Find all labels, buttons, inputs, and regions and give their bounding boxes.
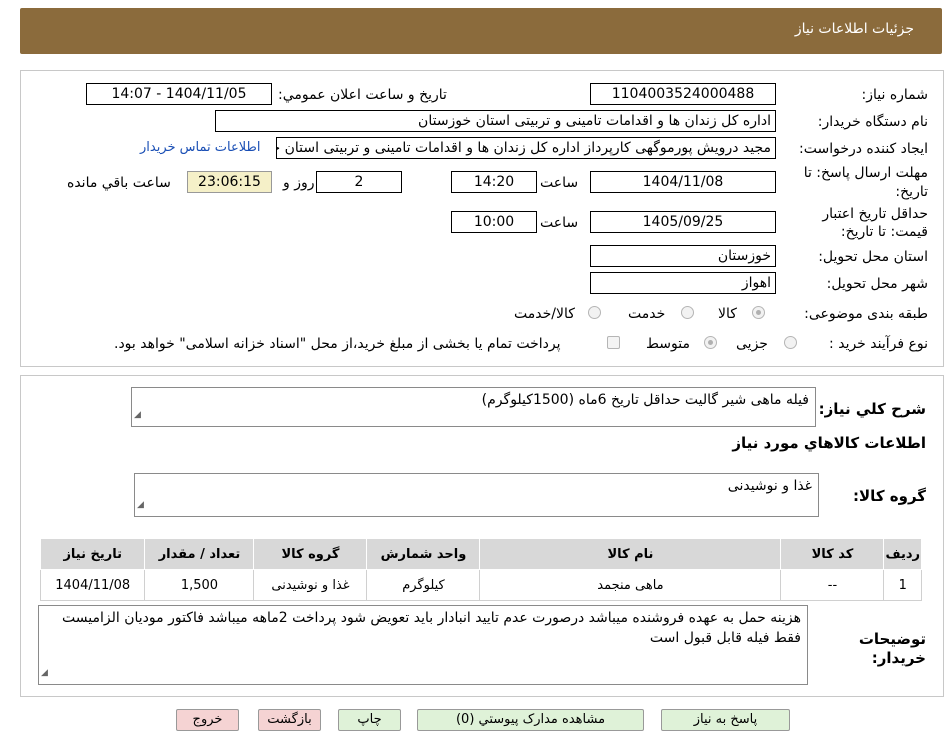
city-field: اهواز bbox=[590, 272, 776, 294]
validity-label-line2: قیمت: تا تاریخ: bbox=[840, 224, 928, 240]
resize-grip-icon: ◢ bbox=[134, 410, 141, 420]
validity-date-field: 1405/09/25 bbox=[590, 211, 776, 233]
cell-date: 1404/11/08 bbox=[39, 569, 146, 601]
need-number-label: شماره نیاز: bbox=[861, 87, 929, 103]
category-service-radio[interactable] bbox=[681, 306, 694, 319]
process-medium-radio[interactable] bbox=[704, 336, 717, 349]
requester-field: مجید درویش پورموگهی کارپرداز اداره کل زن… bbox=[276, 137, 776, 159]
category-service-label: خدمت bbox=[628, 306, 666, 322]
deadline-date-field: 1404/11/08 bbox=[590, 171, 776, 193]
deadline-label-line1: مهلت ارسال پاسخ: تا bbox=[803, 165, 928, 181]
goods-group-text: غذا و نوشیدنی bbox=[727, 478, 812, 494]
page-header: جزئیات اطلاعات نیاز bbox=[20, 8, 942, 54]
deadline-label-line2: تاریخ: bbox=[895, 184, 928, 200]
resize-grip-icon: ◢ bbox=[137, 500, 144, 510]
buyer-org-label: نام دستگاه خریدار: bbox=[817, 114, 928, 130]
process-minor-label: جزیی bbox=[736, 336, 768, 352]
need-number-field: 1104003524000488 bbox=[590, 83, 776, 105]
buyer-org-field: اداره کل زندان ها و اقدامات تامینی و ترب… bbox=[215, 110, 776, 132]
col-date-header: تاریخ نیاز bbox=[39, 538, 146, 570]
description-textarea[interactable]: فیله ماهی شیر گالیت حداقل تاریخ 6ماه (15… bbox=[131, 387, 816, 427]
goods-table-header: رديف کد کالا نام کالا واحد شمارش گروه کا… bbox=[39, 538, 922, 570]
validity-label-line1: حداقل تاریخ اعتبار bbox=[822, 206, 928, 222]
cell-name: ماهی منجمد bbox=[479, 569, 782, 601]
validity-time-field: 10:00 bbox=[451, 211, 537, 233]
attachments-button[interactable]: مشاهده مدارک پيوستي (0) bbox=[417, 709, 644, 731]
process-medium-label: متوسط bbox=[646, 336, 690, 352]
remaining-time-field: 23:06:15 bbox=[187, 171, 272, 193]
description-label: شرح کلي نياز: bbox=[818, 400, 926, 418]
announce-label: تاریخ و ساعت اعلان عمومي: bbox=[278, 87, 447, 103]
city-label: شهر محل تحویل: bbox=[826, 276, 928, 292]
cell-qty: 1,500 bbox=[144, 569, 255, 601]
treasury-bond-checkbox[interactable] bbox=[607, 336, 620, 349]
col-group-header: گروه کالا bbox=[253, 538, 368, 570]
notes-text: هزینه حمل به عهده فروشنده میباشد درصورت … bbox=[62, 610, 801, 646]
payment-note: پرداخت تمام یا بخشی از مبلغ خرید،از محل … bbox=[114, 336, 561, 352]
deadline-time-label: ساعت bbox=[540, 175, 579, 191]
notes-label-line1: توضیحات bbox=[858, 630, 926, 648]
validity-time-label: ساعت bbox=[540, 215, 579, 231]
process-minor-radio[interactable] bbox=[784, 336, 797, 349]
category-goods-label: کالا bbox=[718, 306, 737, 322]
goods-table: رديف کد کالا نام کالا واحد شمارش گروه کا… bbox=[39, 538, 922, 601]
announce-field: 1404/11/05 - 14:07 bbox=[86, 83, 272, 105]
days-remaining-field: 2 bbox=[316, 171, 402, 193]
cell-unit: کیلوگرم bbox=[366, 569, 481, 601]
notes-label-line2: خریدار: bbox=[871, 649, 926, 667]
days-label: روز و bbox=[283, 175, 315, 191]
col-code-header: کد کالا bbox=[780, 538, 885, 570]
remaining-label: ساعت باقي مانده bbox=[67, 175, 171, 191]
process-label: نوع فرآیند خرید : bbox=[829, 336, 928, 352]
cell-code: -- bbox=[780, 569, 885, 601]
reply-button[interactable]: پاسخ به نياز bbox=[661, 709, 790, 731]
goods-section-title: اطلاعات کالاهاي مورد نياز bbox=[732, 434, 926, 452]
col-qty-header: تعداد / مقدار bbox=[144, 538, 255, 570]
notes-textarea[interactable]: هزینه حمل به عهده فروشنده میباشد درصورت … bbox=[38, 605, 808, 685]
requester-label: ایجاد کننده درخواست: bbox=[799, 141, 928, 157]
category-goods-radio[interactable] bbox=[752, 306, 765, 319]
goods-group-label: گروه کالا: bbox=[853, 487, 926, 505]
goods-group-textarea[interactable]: غذا و نوشیدنی ◢ bbox=[134, 473, 819, 517]
page-title: جزئیات اطلاعات نیاز bbox=[794, 21, 914, 37]
description-text: فیله ماهی شیر گالیت حداقل تاریخ 6ماه (15… bbox=[481, 392, 809, 408]
exit-button[interactable]: خروج bbox=[176, 709, 239, 731]
back-button[interactable]: بازگشت bbox=[258, 709, 321, 731]
province-label: استان محل تحویل: bbox=[818, 249, 928, 265]
category-both-label: کالا/خدمت bbox=[514, 306, 575, 322]
table-row: 1 -- ماهی منجمد کیلوگرم غذا و نوشیدنی 1,… bbox=[39, 569, 922, 601]
deadline-time-field: 14:20 bbox=[451, 171, 537, 193]
col-unit-header: واحد شمارش bbox=[366, 538, 481, 570]
resize-grip-icon: ◢ bbox=[41, 668, 48, 678]
category-label: طبقه بندی موضوعی: bbox=[804, 306, 928, 322]
buyer-contact-link[interactable]: اطلاعات تماس خریدار bbox=[140, 140, 260, 155]
category-both-radio[interactable] bbox=[588, 306, 601, 319]
col-name-header: نام کالا bbox=[479, 538, 782, 570]
province-field: خوزستان bbox=[590, 245, 776, 267]
col-row-header: رديف bbox=[883, 538, 922, 570]
cell-row: 1 bbox=[883, 569, 922, 601]
cell-group: غذا و نوشیدنی bbox=[253, 569, 368, 601]
print-button[interactable]: چاپ bbox=[338, 709, 401, 731]
